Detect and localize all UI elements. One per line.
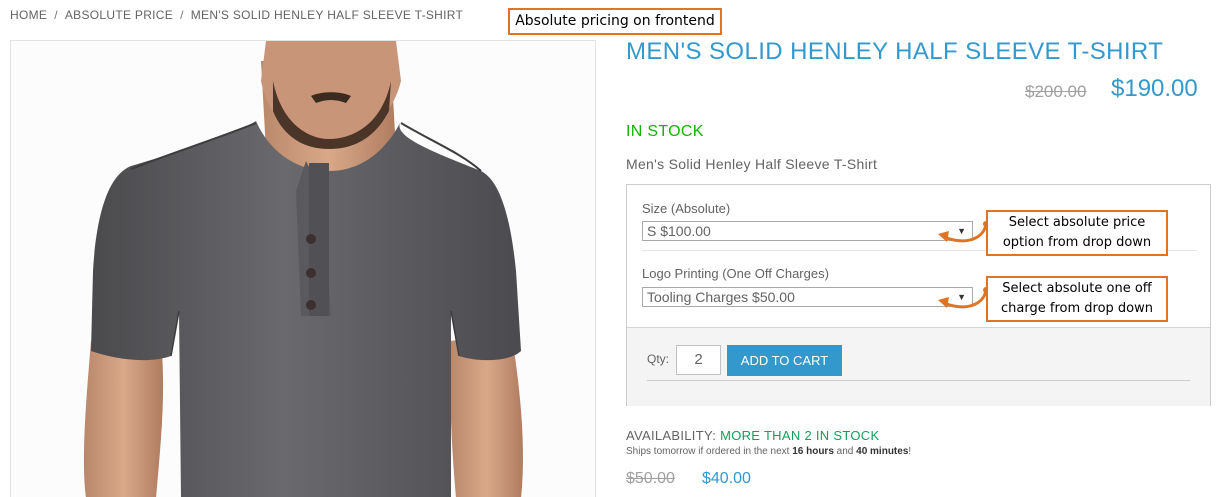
- curved-arrow-icon: [938, 221, 989, 243]
- ships-hours: 16 hours: [792, 446, 834, 457]
- callout-absolute-pricing: Absolute pricing on frontend: [508, 8, 722, 35]
- old-price: $200.00: [1025, 82, 1087, 101]
- special-price: $190.00: [1111, 75, 1198, 102]
- breadcrumb: HOME / ABSOLUTE PRICE / MEN'S SOLID HENLEY H…: [10, 8, 463, 22]
- cart-divider: [647, 380, 1190, 381]
- ships-suffix: !: [908, 446, 912, 457]
- breadcrumb-current: MEN'S SOLID HENLEY HALF SLEEVE T-SHIRT: [190, 8, 464, 22]
- callout-size-line2: option from drop down: [1002, 235, 1152, 250]
- product-image[interactable]: [10, 40, 596, 497]
- callout-logo-line1: Select absolute one off: [1002, 281, 1152, 296]
- size-select[interactable]: S $100.00 ▼: [642, 221, 973, 241]
- size-select-value: S $100.00: [647, 223, 711, 239]
- breadcrumb-separator: /: [180, 8, 184, 22]
- availability-value: MORE THAN 2 IN STOCK: [720, 428, 880, 443]
- qty-input[interactable]: 2: [676, 345, 721, 375]
- ships-minutes: 40 minutes: [856, 446, 909, 457]
- availability: AVAILABILITY: MORE THAN 2 IN STOCK: [626, 428, 879, 443]
- callout-logo-option: Select absolute one off charge from drop…: [986, 276, 1168, 322]
- product-title: MEN'S SOLID HENLEY HALF SLEEVE T-SHIRT: [626, 38, 1164, 65]
- tshirt-model-illustration: [83, 41, 523, 497]
- size-option-label: Size (Absolute): [642, 201, 731, 216]
- total-old-price: $50.00: [626, 470, 675, 487]
- breadcrumb-separator: /: [54, 8, 58, 22]
- availability-label: AVAILABILITY:: [626, 428, 717, 443]
- breadcrumb-home-link[interactable]: HOME: [10, 8, 47, 22]
- callout-size-option: Select absolute price option from drop d…: [986, 210, 1168, 256]
- ships-prefix: Ships tomorrow if ordered in the next: [626, 446, 790, 457]
- callout-size-line1: Select absolute price: [1008, 215, 1146, 230]
- callout-logo-line2: charge from drop down: [1001, 301, 1153, 316]
- qty-label: Qty:: [647, 352, 670, 366]
- ships-and: and: [836, 446, 854, 457]
- stock-status: IN STOCK: [626, 123, 704, 140]
- breadcrumb-category-link[interactable]: ABSOLUTE PRICE: [65, 8, 173, 22]
- shipping-notice: Ships tomorrow if ordered in the next 16…: [626, 446, 911, 457]
- short-description: Men's Solid Henley Half Sleeve T-Shirt: [626, 156, 878, 172]
- logo-option-label: Logo Printing (One Off Charges): [642, 266, 829, 281]
- total-special-price: $40.00: [702, 470, 751, 487]
- add-to-cart-button[interactable]: ADD TO CART: [727, 345, 842, 376]
- add-to-cart-area: Qty: 2 ADD TO CART: [627, 327, 1210, 406]
- logo-printing-select[interactable]: Tooling Charges $50.00 ▼: [642, 287, 973, 307]
- logo-printing-select-value: Tooling Charges $50.00: [647, 289, 795, 305]
- curved-arrow-icon: [938, 287, 989, 309]
